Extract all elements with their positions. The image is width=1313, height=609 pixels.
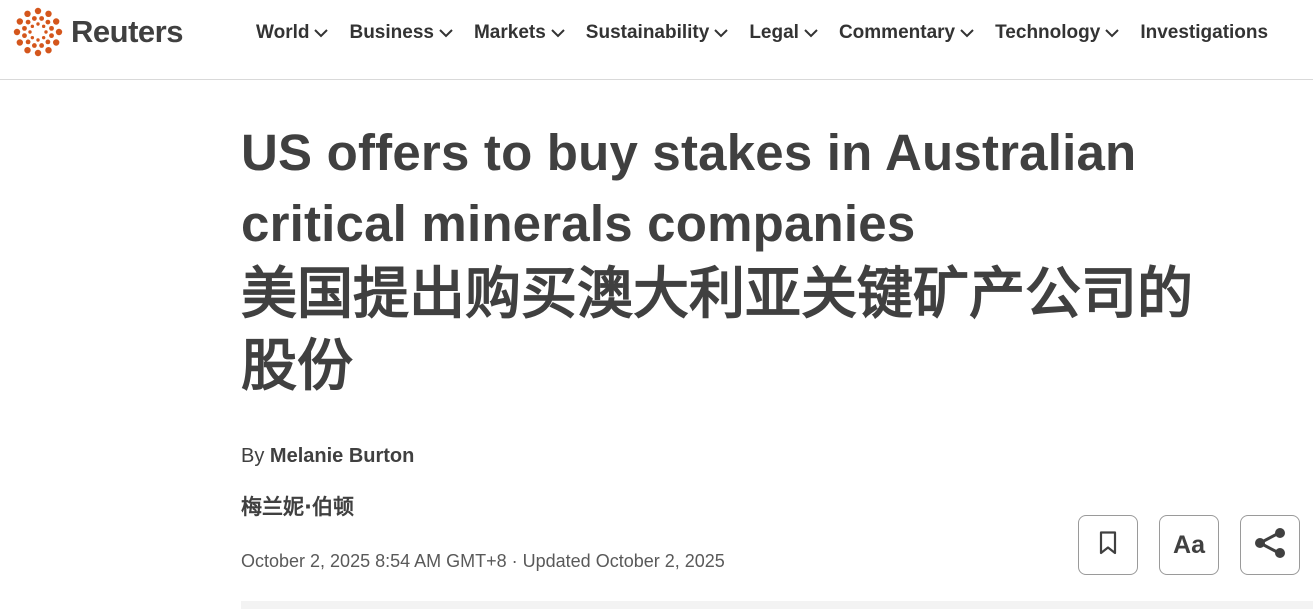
reuters-logo[interactable]: Reuters [13, 6, 183, 58]
main-nav: World Business Markets Sustainability Le… [256, 18, 1268, 48]
chevron-down-icon [439, 22, 453, 44]
dateline: October 2, 2025 8:54 AM GMT+8 · Updated … [241, 551, 725, 571]
chevron-down-icon [314, 22, 329, 44]
nav-item-label: Markets [473, 22, 546, 43]
byline: By Melanie Burton [241, 445, 414, 468]
nav-item-markets[interactable]: Markets [474, 22, 565, 44]
chevron-down-icon [1105, 22, 1120, 44]
logo-text: Reuters [71, 14, 183, 49]
bookmark-icon [1099, 530, 1117, 560]
nav-item-legal[interactable]: Legal [749, 22, 818, 44]
text-size-label: Aa [1173, 530, 1205, 559]
text-size-button[interactable]: Aa [1159, 515, 1219, 575]
headline-line: critical minerals companies [241, 195, 916, 252]
share-button[interactable] [1240, 515, 1300, 575]
headline-line: 股份 [241, 334, 353, 399]
nav-item-label: Commentary [838, 22, 956, 43]
nav-item-label: Business [349, 22, 434, 43]
article-header: US offers to buy stakes in Australian cr… [241, 117, 1281, 403]
nav-item-label: World [256, 22, 310, 43]
chevron-down-icon [551, 22, 565, 44]
chevron-down-icon [714, 22, 729, 44]
chevron-down-icon [960, 22, 974, 44]
share-icon [1253, 527, 1287, 564]
nav-item-sustainability[interactable]: Sustainability [586, 22, 729, 44]
site-header: Reuters World Business Markets Sustainab… [0, 0, 1313, 80]
nav-item-label: Sustainability [585, 22, 710, 43]
nav-item-label: Technology [995, 22, 1101, 43]
content-divider [241, 601, 1313, 609]
nav-item-investigations[interactable]: Investigations [1140, 22, 1268, 44]
nav-item-commentary[interactable]: Commentary [839, 22, 974, 44]
byline-chinese: 梅兰妮·伯顿 [241, 495, 354, 519]
headline-line: 美国提出购买澳大利亚关键矿产公司的 [241, 262, 1193, 327]
chevron-down-icon [804, 22, 818, 44]
nav-item-label: Legal [749, 22, 799, 43]
bookmark-button[interactable] [1078, 515, 1138, 575]
byline-prefix: By [241, 445, 265, 467]
reuters-dot-ring-icon [13, 7, 63, 57]
headline-english: US offers to buy stakes in Australian cr… [241, 117, 1281, 259]
headline-line: US offers to buy stakes in Australian [241, 124, 1137, 181]
nav-item-label: Investigations [1140, 22, 1269, 43]
nav-item-technology[interactable]: Technology [995, 22, 1120, 44]
author-link[interactable]: Melanie Burton [270, 445, 414, 467]
nav-item-business[interactable]: Business [349, 22, 453, 44]
headline-chinese: 美国提出购买澳大利亚关键矿产公司的 股份 [241, 259, 1281, 403]
nav-item-world[interactable]: World [256, 22, 329, 44]
